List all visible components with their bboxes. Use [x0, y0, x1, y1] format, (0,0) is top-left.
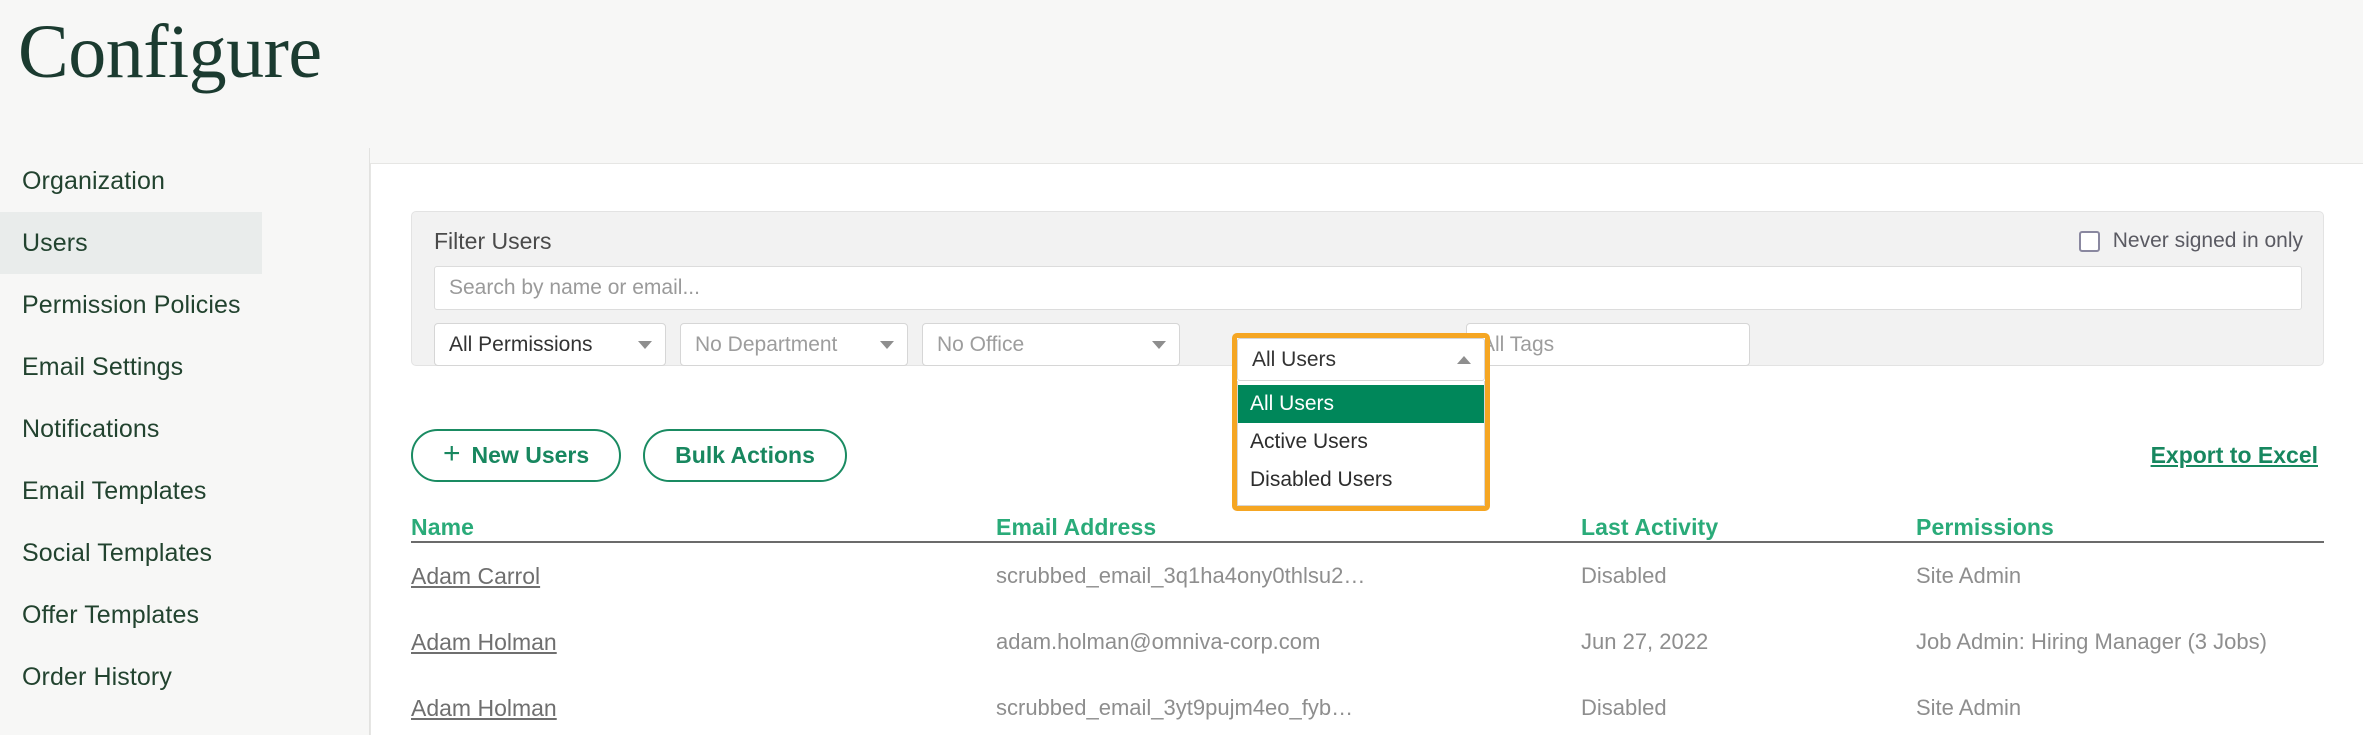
- user-email: adam.holman@omniva-corp.com: [996, 629, 1321, 654]
- table-row: Adam Holman scrubbed_email_3yt9pujm4eo_f…: [411, 675, 2324, 735]
- sidebar-item-users[interactable]: Users: [0, 212, 262, 274]
- user-status-option-disabled-users[interactable]: Disabled Users: [1238, 461, 1484, 499]
- filter-panel-title: Filter Users: [434, 228, 552, 254]
- configure-page: Configure Organization Users Permission …: [0, 0, 2363, 735]
- user-last-activity: Jun 27, 2022: [1581, 629, 1709, 654]
- chevron-down-icon: [638, 340, 652, 349]
- column-header-last-activity[interactable]: Last Activity: [1581, 514, 1916, 541]
- sidebar-item-order-history[interactable]: Order History: [0, 646, 262, 708]
- sidebar-item-label: Organization: [22, 166, 165, 195]
- sidebar-item-label: Notifications: [22, 414, 160, 443]
- sidebar-item-label: Social Templates: [22, 538, 213, 567]
- new-users-label: New Users: [471, 442, 590, 468]
- office-filter-value: No Office: [937, 332, 1025, 356]
- chevron-up-icon: [1457, 355, 1471, 364]
- user-name-link[interactable]: Adam Carrol: [411, 563, 996, 590]
- export-to-excel-link[interactable]: Export to Excel: [2151, 442, 2318, 469]
- sidebar-item-social-templates[interactable]: Social Templates: [0, 522, 262, 584]
- sidebar-item-organization[interactable]: Organization: [0, 150, 262, 212]
- sidebar-item-label: Order History: [22, 662, 172, 691]
- user-name-link[interactable]: Adam Holman: [411, 695, 996, 722]
- sidebar-item-permission-policies[interactable]: Permission Policies: [0, 274, 262, 336]
- user-last-activity: Disabled: [1581, 563, 1667, 588]
- sidebar-item-label: Email Templates: [22, 476, 207, 505]
- users-table: Name Email Address Last Activity Permiss…: [411, 499, 2324, 735]
- user-status-filter-dropdown[interactable]: All Users All Users Active Users Disable…: [1232, 333, 1490, 511]
- user-last-activity: Disabled: [1581, 695, 1667, 720]
- bulk-actions-label: Bulk Actions: [675, 442, 815, 468]
- never-signed-in-only-checkbox[interactable]: Never signed in only: [2078, 229, 2303, 253]
- tags-filter-input[interactable]: [1466, 323, 1750, 366]
- user-status-options-menu: All Users Active Users Disabled Users: [1237, 381, 1485, 506]
- department-filter-value: No Department: [695, 332, 838, 356]
- column-header-name[interactable]: Name: [411, 514, 996, 541]
- department-filter-select[interactable]: No Department: [680, 323, 908, 366]
- sidebar-item-label: Users: [22, 228, 88, 257]
- user-status-filter-trigger[interactable]: All Users: [1237, 338, 1485, 381]
- plus-icon: +: [443, 437, 461, 470]
- user-email: scrubbed_email_3yt9pujm4eo_fyb…: [996, 695, 1354, 720]
- search-input[interactable]: [434, 266, 2302, 310]
- user-email: scrubbed_email_3q1ha4ony0thlsu2…: [996, 563, 1366, 588]
- user-status-option-active-users[interactable]: Active Users: [1238, 423, 1484, 461]
- user-name-link[interactable]: Adam Holman: [411, 629, 996, 656]
- user-status-option-all-users[interactable]: All Users: [1238, 385, 1484, 423]
- never-signed-in-only-label: Never signed in only: [2112, 229, 2303, 252]
- sidebar-item-label: Email Settings: [22, 352, 184, 381]
- column-header-permissions[interactable]: Permissions: [1916, 514, 2316, 541]
- sidebar-item-offer-templates[interactable]: Offer Templates: [0, 584, 262, 646]
- permissions-filter-select[interactable]: All Permissions: [434, 323, 666, 366]
- chevron-down-icon: [1152, 340, 1166, 349]
- new-users-button[interactable]: + New Users: [411, 429, 622, 482]
- column-header-email[interactable]: Email Address: [996, 514, 1581, 541]
- checkbox-icon[interactable]: [2078, 230, 2100, 252]
- user-permissions: Job Admin: Hiring Manager (3 Jobs): [1916, 629, 2267, 654]
- table-row: Adam Holman adam.holman@omniva-corp.com …: [411, 609, 2324, 675]
- sidebar-item-notifications[interactable]: Notifications: [0, 398, 262, 460]
- bulk-actions-button[interactable]: Bulk Actions: [643, 429, 847, 482]
- filter-controls-row: All Permissions No Department No Office: [434, 323, 1750, 366]
- sidebar-item-email-templates[interactable]: Email Templates: [0, 460, 262, 522]
- sidebar-item-label: Offer Templates: [22, 600, 200, 629]
- permissions-filter-value: All Permissions: [449, 332, 593, 356]
- table-row: Adam Carrol scrubbed_email_3q1ha4ony0thl…: [411, 543, 2324, 609]
- sidebar-nav: Organization Users Permission Policies E…: [0, 150, 262, 708]
- chevron-down-icon: [880, 340, 894, 349]
- sidebar-item-email-settings[interactable]: Email Settings: [0, 336, 262, 398]
- sidebar-item-label: Permission Policies: [22, 290, 241, 319]
- user-permissions: Site Admin: [1916, 695, 2022, 720]
- page-title: Configure: [18, 10, 322, 94]
- table-actions: + New Users Bulk Actions: [411, 429, 847, 482]
- user-status-filter-value: All Users: [1252, 347, 1337, 371]
- user-permissions: Site Admin: [1916, 563, 2022, 588]
- office-filter-select[interactable]: No Office: [922, 323, 1180, 366]
